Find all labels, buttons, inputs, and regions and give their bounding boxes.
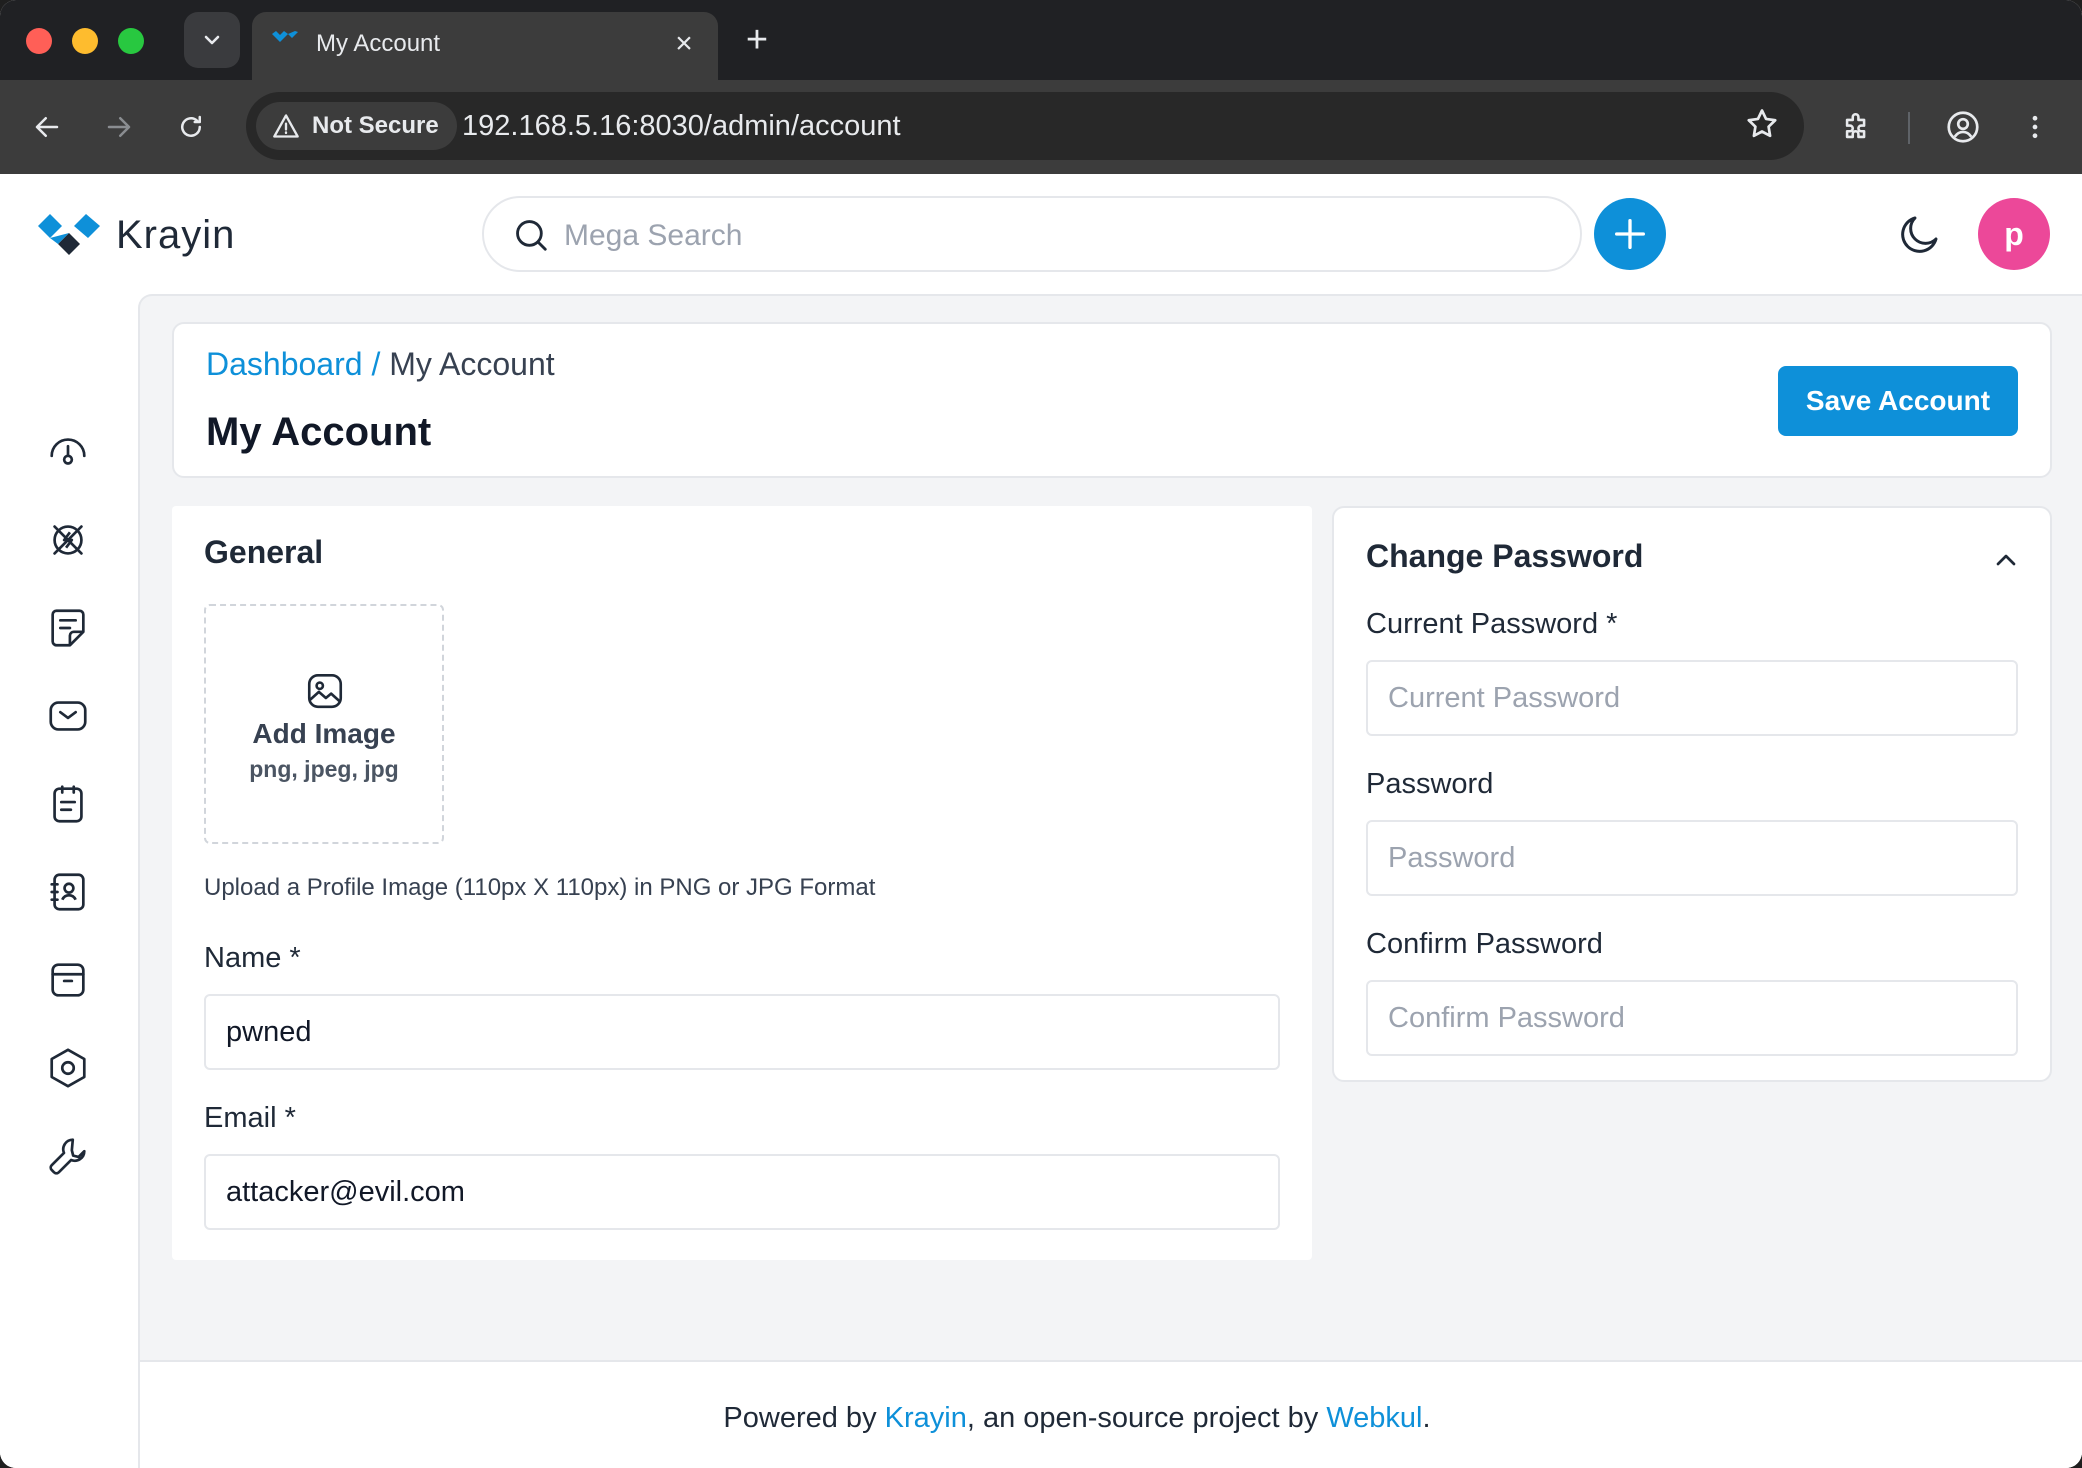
webkul-link[interactable]: Webkul (1326, 1402, 1422, 1434)
arrow-left-icon (35, 117, 59, 137)
contacts-icon (50, 873, 85, 911)
page-header-card: Dashboard / My Account My Account Save A… (172, 322, 2052, 478)
sidebar-item-products[interactable] (44, 956, 92, 1004)
minimize-window-button[interactable] (72, 28, 98, 54)
footer-middle: , an open-source project by (966, 1402, 1327, 1434)
general-title: General (204, 534, 324, 570)
breadcrumb: Dashboard / My Account (206, 346, 555, 383)
image-icon (307, 673, 343, 709)
browser-window: My Account × + Not Secure 192.168.5.16:8… (0, 0, 2082, 1468)
browser-tab-active[interactable]: My Account × (252, 12, 718, 80)
forward-button[interactable] (96, 104, 142, 150)
tab-search-button[interactable] (184, 12, 240, 68)
upload-hint: Upload a Profile Image (110px X 110px) i… (204, 874, 876, 901)
save-account-button[interactable]: Save Account (1778, 366, 2018, 436)
sidebar-item-activities[interactable] (44, 780, 92, 828)
url-text[interactable]: 192.168.5.16:8030/admin/account (462, 110, 901, 143)
chevron-up-icon[interactable] (1990, 544, 2022, 576)
krayin-favicon-icon (272, 31, 298, 42)
sidebar-item-contacts[interactable] (44, 868, 92, 916)
main-content: Dashboard / My Account My Account Save A… (138, 294, 2082, 1468)
activities-icon (53, 785, 83, 823)
general-section: General Add Image png, jpeg, jpg Upload … (172, 506, 1312, 1260)
footer-prefix: Powered by (723, 1402, 885, 1434)
profile-button[interactable] (1940, 104, 1986, 150)
bookmark-star-icon[interactable] (1744, 106, 1780, 142)
add-image-upload[interactable]: Add Image png, jpeg, jpg (204, 604, 444, 844)
search-icon (516, 220, 547, 251)
extensions-button[interactable] (1834, 104, 1880, 150)
sidebar-item-quotes[interactable] (44, 604, 92, 652)
not-secure-label: Not Secure (312, 112, 439, 139)
reload-button[interactable] (168, 104, 214, 150)
image-types-label: png, jpeg, jpg (249, 756, 399, 782)
sidebar-item-settings[interactable] (44, 1044, 92, 1092)
email-field[interactable] (204, 1154, 1280, 1230)
password-field[interactable] (1366, 820, 2018, 896)
tab-title: My Account (316, 30, 441, 57)
breadcrumb-dashboard-link[interactable]: Dashboard (206, 346, 363, 382)
dark-mode-toggle-icon[interactable] (1896, 210, 1944, 258)
toolbar-divider (1908, 112, 1910, 144)
maximize-window-button[interactable] (118, 28, 144, 54)
address-bar[interactable]: Not Secure 192.168.5.16:8030/admin/accou… (246, 92, 1804, 160)
chevron-down-icon (204, 35, 220, 45)
change-password-section: Change Password Current Password * Passw… (1332, 506, 2052, 1082)
leads-icon (53, 525, 83, 555)
password-label: Password (1366, 768, 1494, 800)
more-vert-icon (2032, 115, 2038, 139)
footer-suffix: . (1422, 1402, 1431, 1434)
brand-name: Krayin (116, 212, 236, 257)
confirm-password-label: Confirm Password (1366, 928, 1603, 960)
settings-icon (50, 1048, 86, 1088)
name-field[interactable] (204, 994, 1280, 1070)
browser-menu-button[interactable] (2012, 104, 2058, 150)
back-button[interactable] (24, 104, 70, 150)
wrench-icon (49, 1138, 86, 1175)
add-image-label: Add Image (252, 718, 396, 749)
sidebar (0, 294, 138, 1468)
puzzle-icon (1845, 113, 1866, 139)
sidebar-item-leads[interactable] (44, 516, 92, 564)
footer: Powered by Krayin, an open-source projec… (140, 1360, 2082, 1468)
page-title: My Account (206, 410, 432, 454)
site-info-button[interactable]: Not Secure (256, 102, 457, 150)
products-icon (51, 963, 85, 997)
close-window-button[interactable] (26, 28, 52, 54)
brand-logo[interactable]: Krayin (36, 212, 235, 258)
current-password-field[interactable] (1366, 660, 2018, 736)
sidebar-item-dashboard[interactable] (44, 428, 92, 476)
breadcrumb-current: My Account (389, 346, 555, 382)
sidebar-item-configuration[interactable] (44, 1132, 92, 1180)
quick-create-button[interactable] (1594, 198, 1666, 270)
footer-text: Powered by Krayin, an open-source projec… (140, 1402, 2014, 1435)
breadcrumb-separator: / (362, 346, 390, 382)
dashboard-icon (50, 438, 86, 465)
reload-icon (181, 115, 201, 137)
user-avatar[interactable]: p (1978, 198, 2050, 270)
browser-tabbar: My Account × + (0, 0, 2082, 80)
confirm-password-field[interactable] (1366, 980, 2018, 1056)
arrow-right-icon (107, 117, 131, 137)
quotes-icon (51, 609, 85, 647)
krayin-link[interactable]: Krayin (885, 1402, 967, 1434)
krayin-app: Krayin p (0, 174, 2082, 1468)
close-tab-button[interactable]: × (666, 26, 702, 62)
account-circle-icon (1947, 111, 1979, 143)
mega-search-input[interactable] (564, 216, 1524, 256)
sidebar-item-mail[interactable] (44, 692, 92, 740)
mail-icon (49, 701, 87, 731)
browser-toolbar: Not Secure 192.168.5.16:8030/admin/accou… (0, 80, 2082, 174)
change-password-title: Change Password (1366, 538, 1644, 574)
plus-icon (1615, 219, 1645, 249)
email-label: Email * (204, 1102, 296, 1134)
warning-icon (273, 114, 299, 138)
current-password-label: Current Password * (1366, 608, 1618, 640)
krayin-logo-icon (38, 214, 100, 255)
new-tab-button[interactable]: + (738, 18, 776, 62)
name-label: Name * (204, 942, 301, 974)
mega-search[interactable] (482, 196, 1582, 272)
